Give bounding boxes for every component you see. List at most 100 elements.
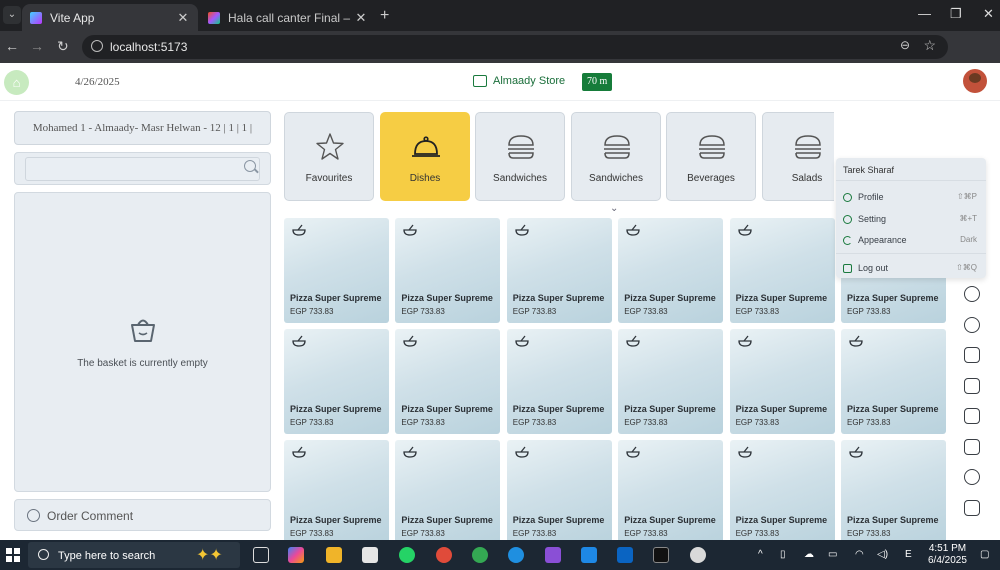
menu-item-shortcut: ⇧⌘Q bbox=[956, 263, 977, 272]
tab-title: Hala call canter Final – Figma bbox=[228, 10, 354, 25]
category-sandwiches-2[interactable]: Sandwiches bbox=[571, 112, 661, 201]
menu-item-shortcut: Dark bbox=[960, 235, 977, 244]
volume-icon[interactable]: ◁) bbox=[877, 549, 888, 560]
vscode-icon[interactable] bbox=[581, 547, 597, 563]
menu-item-setting[interactable]: Setting ⌘+T bbox=[843, 213, 983, 229]
search-input[interactable] bbox=[25, 157, 260, 181]
chevron-down-icon[interactable]: ⌄ bbox=[610, 203, 618, 214]
category-label: Sandwiches bbox=[589, 173, 643, 184]
order-comment-button[interactable]: Order Comment bbox=[14, 499, 271, 531]
headset-icon[interactable] bbox=[964, 286, 980, 302]
close-tab-icon[interactable]: ✕ bbox=[354, 10, 368, 26]
store-app-icon[interactable] bbox=[362, 547, 378, 563]
search-icon[interactable] bbox=[244, 160, 256, 172]
edge-icon[interactable] bbox=[508, 547, 524, 563]
product-name: Pizza Super Supreme bbox=[290, 404, 382, 414]
notification-icon[interactable]: ▢ bbox=[980, 549, 989, 560]
tab-figma[interactable]: Hala call canter Final – Figma ✕ bbox=[200, 4, 376, 31]
category-salads[interactable]: Salads bbox=[762, 112, 834, 201]
wifi-icon[interactable]: ◠ bbox=[855, 549, 864, 560]
new-tab-button[interactable]: + bbox=[380, 7, 389, 25]
product-card[interactable]: Pizza Super Supreme EGP 733.83 bbox=[618, 218, 724, 323]
card-icon[interactable] bbox=[964, 377, 980, 394]
user-avatar[interactable] bbox=[963, 69, 987, 93]
close-tab-icon[interactable]: ✕ bbox=[176, 10, 190, 26]
taskbar-clock[interactable]: 4:51 PM 6/4/2025 bbox=[928, 543, 967, 567]
forward-button[interactable]: → bbox=[30, 38, 44, 54]
product-price: EGP 733.83 bbox=[290, 418, 334, 427]
menu-item-logout[interactable]: Log out ⇧⌘Q bbox=[843, 262, 983, 278]
product-card[interactable]: Pizza Super Supreme EGP 733.83 bbox=[284, 218, 389, 323]
product-card[interactable]: Pizza Super Supreme EGP 733.83 bbox=[618, 440, 724, 540]
gear-icon bbox=[843, 215, 852, 224]
category-beverages[interactable]: Beverages bbox=[666, 112, 756, 201]
category-favourites[interactable]: Favourites bbox=[284, 112, 374, 201]
restore-button[interactable]: ❐ bbox=[950, 6, 962, 22]
scooter-icon[interactable] bbox=[964, 316, 980, 333]
onedrive-icon[interactable]: ☁ bbox=[804, 549, 814, 560]
tab-search-button[interactable]: ⌄ bbox=[3, 6, 21, 24]
store-selector[interactable]: Almaady Store bbox=[473, 75, 565, 87]
back-button[interactable]: ← bbox=[5, 38, 19, 54]
site-info-icon[interactable] bbox=[91, 40, 103, 52]
menu-item-appearance[interactable]: Appearance Dark bbox=[843, 234, 983, 250]
minimize-button[interactable]: — bbox=[918, 6, 931, 21]
browser-tab-bar: ⌄ Vite App ✕ Hala call canter Final – Fi… bbox=[0, 0, 1000, 31]
bowl-icon bbox=[737, 446, 752, 458]
taskbar-search[interactable]: Type here to search ✦✦ bbox=[28, 542, 240, 568]
menu-item-profile[interactable]: Profile ⇧⌘P bbox=[843, 191, 983, 207]
product-card[interactable]: Pizza Super Supreme EGP 733.83 bbox=[506, 440, 612, 540]
snipping-icon[interactable] bbox=[690, 547, 706, 563]
bookmark-star-icon[interactable]: ☆ bbox=[923, 37, 936, 54]
trash-icon[interactable] bbox=[964, 499, 980, 516]
product-card[interactable]: Pizza Super Supreme EGP 733.83 bbox=[506, 218, 612, 323]
product-card[interactable]: Pizza Super Supreme EGP 733.83 bbox=[284, 440, 389, 540]
product-card[interactable]: Pizza Super Supreme EGP 733.83 bbox=[729, 218, 835, 323]
address-bar[interactable]: localhost:5173 ⊖ ☆ bbox=[82, 35, 948, 59]
close-window-button[interactable]: ✕ bbox=[983, 6, 994, 22]
product-name: Pizza Super Supreme bbox=[847, 404, 939, 414]
pos-app: ⌂ 4/26/2025 Almaady Store 70 m Mohamed 1… bbox=[0, 63, 1000, 540]
visual-studio-icon[interactable] bbox=[545, 547, 561, 563]
logout-icon bbox=[843, 264, 852, 273]
product-card[interactable]: Pizza Super Supreme EGP 733.83 bbox=[395, 440, 501, 540]
product-card[interactable]: Pizza Super Supreme EGP 733.83 bbox=[395, 329, 501, 434]
category-sandwiches[interactable]: Sandwiches bbox=[475, 112, 565, 201]
category-dishes[interactable]: Dishes bbox=[380, 112, 470, 201]
product-card[interactable]: Pizza Super Supreme EGP 733.83 bbox=[284, 329, 389, 434]
windows-start-icon[interactable] bbox=[6, 548, 20, 562]
file-explorer-icon[interactable] bbox=[326, 547, 342, 563]
tray-chevron-icon[interactable]: ^ bbox=[758, 549, 763, 560]
copilot-icon[interactable] bbox=[288, 547, 304, 563]
reload-button[interactable]: ↻ bbox=[57, 38, 69, 55]
outlook-icon[interactable] bbox=[617, 547, 633, 563]
search-container bbox=[14, 152, 271, 185]
chrome-icon[interactable] bbox=[436, 547, 452, 563]
menu-item-shortcut: ⌘+T bbox=[959, 214, 977, 223]
cloche-icon bbox=[412, 136, 440, 157]
product-card[interactable]: Pizza Super Supreme EGP 733.83 bbox=[841, 440, 946, 540]
tab-vite-app[interactable]: Vite App ✕ bbox=[22, 4, 198, 31]
customer-info[interactable]: Mohamed 1 - Almaady- Masr Helwan - 12 | … bbox=[14, 111, 271, 145]
hand-icon[interactable] bbox=[964, 469, 980, 485]
product-card[interactable]: Pizza Super Supreme EGP 733.83 bbox=[395, 218, 501, 323]
clipboard-icon[interactable] bbox=[964, 347, 980, 363]
product-card[interactable]: Pizza Super Supreme EGP 733.83 bbox=[506, 329, 612, 434]
terminal-icon[interactable] bbox=[653, 547, 669, 563]
whatsapp-icon[interactable] bbox=[399, 547, 415, 563]
product-card[interactable]: Pizza Super Supreme EGP 733.83 bbox=[618, 329, 724, 434]
product-card[interactable]: Pizza Super Supreme EGP 733.83 bbox=[729, 440, 835, 540]
task-view-icon[interactable] bbox=[253, 547, 269, 563]
bowl-icon bbox=[403, 335, 418, 347]
tray-app-icon[interactable]: ▯ bbox=[780, 549, 786, 560]
language-indicator[interactable]: E bbox=[905, 549, 912, 560]
battery-icon[interactable]: ▭ bbox=[828, 549, 837, 560]
product-price: EGP 733.83 bbox=[512, 307, 557, 316]
checklist-icon[interactable] bbox=[964, 408, 980, 424]
zoom-icon[interactable]: ⊖ bbox=[900, 38, 910, 52]
product-card[interactable]: Pizza Super Supreme EGP 733.83 bbox=[841, 329, 946, 434]
receipt-icon[interactable] bbox=[964, 438, 980, 455]
product-card[interactable]: Pizza Super Supreme EGP 733.83 bbox=[729, 329, 835, 434]
menu-item-label: Appearance bbox=[858, 235, 907, 245]
chrome-profile-icon[interactable] bbox=[472, 547, 488, 563]
